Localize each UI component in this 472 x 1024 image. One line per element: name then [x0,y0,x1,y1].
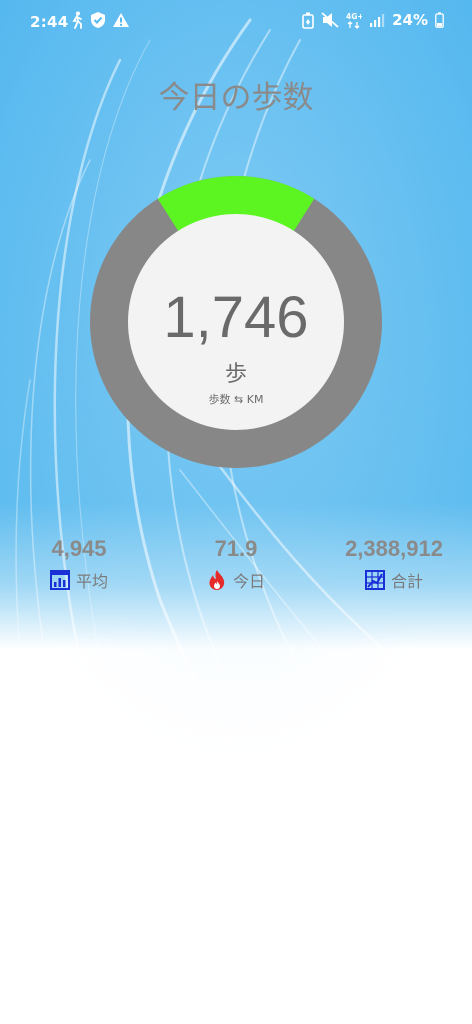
stat-total-label: 合計 [390,572,423,591]
step-count: 1,746 [163,285,309,350]
battery-icon [435,12,444,28]
stat-average-label: 平均 [75,572,108,591]
signal-icon [369,12,385,28]
status-right-icons: 4G+ 24% [302,11,444,29]
shield-check-icon [90,11,106,29]
stat-today: 71.9 今日 [186,536,286,592]
status-left-icons [70,11,130,29]
data-4g-icon: 4G+ [346,11,362,29]
battery-percent: 24% [392,11,428,29]
stat-total: 2,388,912 合計 [330,536,458,592]
total-grid-icon [364,570,385,590]
average-chart-icon [49,570,70,590]
flame-icon [207,569,227,591]
warning-icon [112,12,130,28]
stat-today-value: 71.9 [214,536,258,561]
stat-average-value: 4,945 [51,536,107,561]
background-art [0,0,472,1024]
svg-text:4G+: 4G+ [346,12,362,21]
stat-total-value: 2,388,912 [345,536,443,561]
page-title: 今日の歩数 [158,80,314,116]
step-unit: 歩 [224,362,247,387]
walk-icon [70,11,84,29]
battery-saver-icon [302,12,314,29]
stat-average: 4,945 平均 [22,536,136,592]
stat-today-label: 今日 [232,572,265,591]
status-time: 2:44 [30,13,69,31]
status-bar: 2:44 4G+ 24% [0,0,472,46]
steps-km-toggle[interactable]: 歩数 ⇆ KM [156,391,316,407]
mute-icon [321,12,339,28]
